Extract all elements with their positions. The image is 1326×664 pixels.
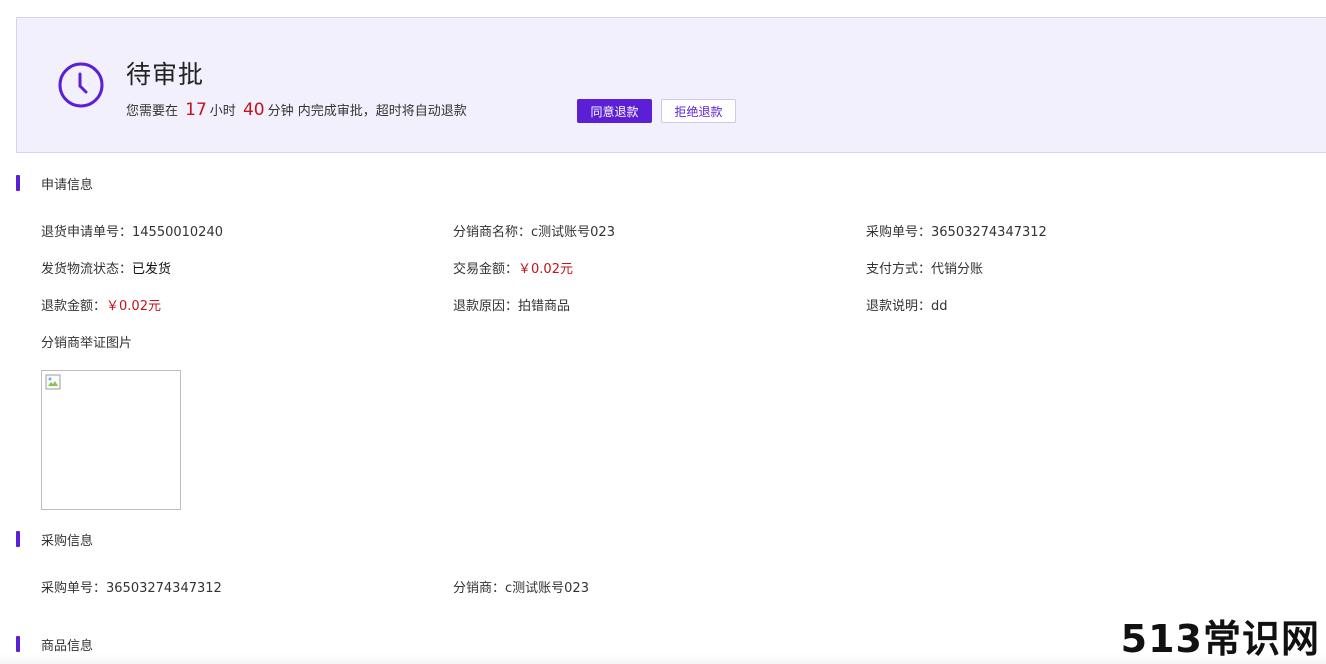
clock-icon xyxy=(58,62,104,108)
field-refund-amount: 退款金额：￥0.02元 xyxy=(41,295,161,314)
section-marker xyxy=(16,175,20,191)
broken-image-icon xyxy=(45,374,61,390)
field-label: 支付方式： xyxy=(866,262,932,277)
field-label: 采购单号： xyxy=(866,225,932,240)
field-label: 采购单号： xyxy=(41,581,107,596)
countdown-hours: 17 xyxy=(185,100,207,120)
field-value: 14550010240 xyxy=(132,225,223,240)
section-title: 申请信息 xyxy=(41,177,94,193)
field-purchase-no: 采购单号：36503274347312 xyxy=(41,577,222,596)
field-label: 退款原因： xyxy=(453,299,519,314)
evidence-image[interactable] xyxy=(41,370,181,510)
section-title: 采购信息 xyxy=(41,533,94,549)
evidence-label: 分销商举证图片 xyxy=(41,336,133,351)
countdown-text: 您需要在 17 小时 40 分钟 内完成审批，超时将自动退款 xyxy=(126,100,467,120)
field-value: c测试账号023 xyxy=(505,581,589,596)
field-label: 分销商： xyxy=(453,581,506,596)
minutes-unit: 分钟 xyxy=(267,104,294,119)
field-label: 退货申请单号： xyxy=(41,225,133,240)
countdown-suffix: 内完成审批，超时将自动退款 xyxy=(297,104,467,119)
field-refund-reason: 退款原因：拍错商品 xyxy=(453,295,570,314)
countdown-prefix: 您需要在 xyxy=(126,104,179,119)
field-value: 已发货 xyxy=(132,262,172,277)
field-label: 交易金额： xyxy=(453,262,519,277)
field-value: 36503274347312 xyxy=(106,581,222,596)
section-marker xyxy=(16,531,20,547)
field-label: 发货物流状态： xyxy=(41,262,133,277)
field-refund-note: 退款说明：dd xyxy=(866,295,948,314)
field-value: ￥0.02元 xyxy=(106,299,161,314)
field-value: c测试账号023 xyxy=(531,225,615,240)
field-distributor: 分销商：c测试账号023 xyxy=(453,577,589,596)
field-distributor-name: 分销商名称：c测试账号023 xyxy=(453,221,615,240)
watermark-logo: 513常识网 xyxy=(1120,617,1320,661)
field-value: dd xyxy=(931,299,948,314)
field-shipping-status: 发货物流状态：已发货 xyxy=(41,258,171,277)
field-value: 拍错商品 xyxy=(518,299,571,314)
pending-approval-banner: 待审批 您需要在 17 小时 40 分钟 内完成审批，超时将自动退款 同意退款 拒绝… xyxy=(16,17,1326,153)
section-title: 商品信息 xyxy=(41,638,94,654)
field-value: 代销分账 xyxy=(931,262,984,277)
field-purchase-no: 采购单号：36503274347312 xyxy=(866,221,1047,240)
section-product-info: 商品信息 xyxy=(16,635,94,654)
section-purchase-info: 采购信息 xyxy=(16,530,94,549)
field-label: 退款说明： xyxy=(866,299,932,314)
reject-refund-button[interactable]: 拒绝退款 xyxy=(661,99,736,123)
agree-refund-button[interactable]: 同意退款 xyxy=(577,99,652,123)
field-payment-method: 支付方式：代销分账 xyxy=(866,258,983,277)
field-transaction-amount: 交易金额：￥0.02元 xyxy=(453,258,573,277)
section-marker xyxy=(16,636,20,652)
field-label: 退款金额： xyxy=(41,299,107,314)
status-title: 待审批 xyxy=(126,60,205,89)
hours-unit: 小时 xyxy=(209,104,236,119)
field-value: 36503274347312 xyxy=(931,225,1047,240)
section-application-info: 申请信息 xyxy=(16,174,94,193)
countdown-minutes: 40 xyxy=(242,100,265,120)
field-return-request-no: 退货申请单号：14550010240 xyxy=(41,221,223,240)
field-label: 分销商名称： xyxy=(453,225,532,240)
field-value: ￥0.02元 xyxy=(518,262,573,277)
